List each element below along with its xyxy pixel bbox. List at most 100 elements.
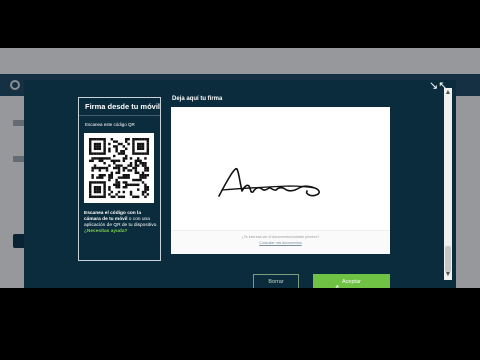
qr-module (120, 152, 123, 155)
qr-module (125, 154, 128, 158)
qr-module (144, 183, 147, 187)
qr-module (120, 164, 123, 167)
qr-module (146, 142, 150, 146)
help-link[interactable]: ¿Necesitas ayuda? (84, 229, 127, 234)
qr-module (103, 140, 106, 143)
qr-module (144, 174, 147, 177)
qr-module (129, 193, 133, 196)
qr-module (146, 140, 150, 143)
qr-module (117, 195, 121, 199)
qr-module (132, 138, 135, 141)
qr-module (144, 157, 147, 160)
mobile-panel-title: Firma desde tu móvil (85, 102, 161, 111)
canvas-footer: ¿Te interesa ver el documento/contrato p… (171, 230, 390, 254)
qr-module (141, 193, 145, 196)
qr-module (117, 166, 121, 170)
qr-module (144, 152, 147, 155)
scrollbar-thumb[interactable] (445, 246, 451, 272)
qr-module (89, 195, 92, 199)
qr-module (134, 183, 138, 187)
qr-module (91, 181, 94, 184)
qr-module (113, 145, 116, 148)
modal-scrollbar[interactable]: ▲ ▼ (444, 88, 452, 280)
qr-module (125, 166, 128, 170)
qr-module (139, 138, 142, 141)
qr-module (122, 159, 126, 163)
qr-module (103, 150, 106, 153)
scroll-down-icon[interactable]: ▼ (444, 270, 452, 280)
qr-module (117, 183, 121, 187)
qr-module (98, 174, 102, 177)
qr-module (93, 188, 97, 191)
qr-module (122, 190, 126, 194)
qr-module (93, 152, 97, 155)
qr-module (93, 138, 97, 141)
accept-button[interactable]: Aceptar (313, 274, 390, 288)
qr-module (91, 195, 94, 199)
qr-module (98, 157, 102, 160)
qr-module (103, 193, 106, 196)
qr-module (98, 166, 102, 170)
qr-module (98, 169, 102, 172)
qr-module (108, 174, 111, 177)
qr-module (141, 190, 145, 194)
qr-module (137, 142, 140, 146)
view-documents-link[interactable]: Consultar mis documentos (171, 241, 390, 245)
qr-module (101, 152, 104, 155)
qr-module (144, 162, 147, 165)
qr-module (122, 166, 126, 170)
qr-module (91, 169, 94, 172)
qr-module (98, 181, 102, 184)
qr-module (89, 193, 92, 196)
qr-module (113, 166, 116, 170)
qr-module (134, 164, 138, 167)
qr-module (125, 183, 128, 187)
qr-module (101, 176, 104, 179)
qr-module (117, 159, 121, 163)
qr-module (132, 195, 135, 199)
qr-module (122, 174, 126, 177)
qr-module (93, 166, 97, 170)
qr-module (134, 195, 138, 199)
qr-module (110, 138, 114, 141)
qr-module (110, 159, 114, 163)
qr-module (103, 174, 106, 177)
qr-module (108, 178, 111, 182)
signature-label: Deja aquí tu firma (172, 96, 223, 102)
qr-module (98, 159, 102, 163)
qr-module (98, 145, 102, 148)
qr-module (139, 178, 142, 182)
qr-module (122, 169, 126, 172)
qr-module (134, 166, 138, 170)
qr-module (125, 174, 128, 177)
qr-module (134, 171, 138, 175)
qr-module (129, 190, 133, 194)
qr-module (105, 169, 109, 172)
qr-module (96, 138, 99, 141)
qr-module (96, 166, 99, 170)
qr-module (108, 142, 111, 146)
qr-module (93, 181, 97, 184)
qr-module (137, 183, 140, 187)
qr-module (91, 166, 94, 170)
qr-module (103, 183, 106, 187)
qr-module (139, 152, 142, 155)
qr-module (141, 176, 145, 179)
qr-module (146, 174, 150, 177)
qr-module (137, 164, 140, 167)
qr-module (117, 190, 121, 194)
qr-module (108, 186, 111, 189)
qr-module (89, 181, 92, 184)
qr-module (146, 188, 150, 191)
qr-module (93, 190, 97, 194)
qr-module (134, 178, 138, 182)
scroll-up-icon[interactable]: ▲ (444, 88, 452, 98)
view-document-question: ¿Te interesa ver el documento/contrato p… (241, 235, 320, 239)
clear-button[interactable]: Borrar (253, 274, 299, 288)
qr-module (103, 186, 106, 189)
qr-module (146, 193, 150, 196)
qr-module (91, 159, 94, 163)
signature-canvas[interactable]: ¿Te interesa ver el documento/contrato p… (171, 107, 390, 254)
qr-module (98, 138, 102, 141)
qr-code (84, 133, 154, 203)
